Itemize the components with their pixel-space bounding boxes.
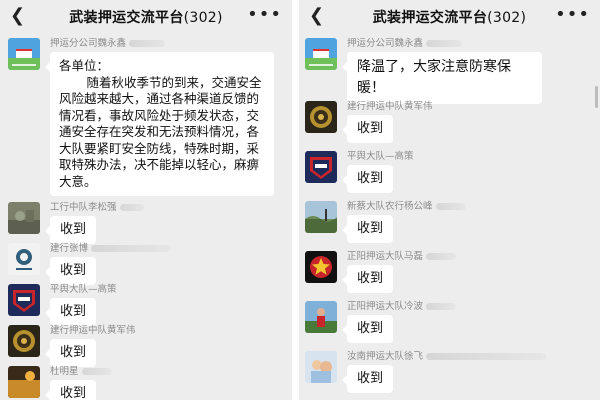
avatar[interactable] <box>8 202 40 234</box>
avatar[interactable] <box>8 284 40 316</box>
chat-panel-left: ❮ 武装押运交流平台(302) ••• 押运分公司魏永鑫 各单位： 随着秋收季节… <box>0 0 292 400</box>
sender-name: 工行中队李松强 <box>50 202 144 214</box>
avatar[interactable] <box>305 201 337 233</box>
chat-title: 武装押运交流平台(302) <box>69 7 223 27</box>
message-bubble[interactable]: 降温了，大家注意防寒保暖！ <box>342 52 542 104</box>
chevron-left-icon[interactable]: ❮ <box>309 6 324 26</box>
sender-name: 平舆大队—高策 <box>347 151 414 162</box>
sender-name: 押运分公司魏永鑫 <box>347 38 463 50</box>
more-dots-icon[interactable]: ••• <box>247 4 282 25</box>
sender-name: 正阳押运大队冷波 <box>347 301 457 313</box>
message-bubble[interactable]: 收到 <box>44 380 97 400</box>
scrollbar[interactable] <box>595 86 598 108</box>
message-text: 降温了，大家注意防寒保暖！ <box>357 59 511 96</box>
message-bubble[interactable]: 收到 <box>44 339 97 367</box>
message-bubble[interactable]: 收到 <box>44 257 97 285</box>
message-bubble[interactable]: 各单位： 随着秋收季节的到来，交通安全风险越来越大，通过各种渠道反馈的情况看，事… <box>45 52 274 196</box>
avatar[interactable] <box>305 38 337 70</box>
sender-name: 杜明星 <box>50 366 112 378</box>
more-dots-icon[interactable]: ••• <box>555 4 590 25</box>
message-text: 收到 <box>357 221 384 236</box>
blurred-name <box>129 40 166 47</box>
chat-header: ❮ 武装押运交流平台(302) ••• <box>0 0 292 34</box>
message-text: 收到 <box>357 271 384 286</box>
message-bubble[interactable]: 收到 <box>44 298 97 326</box>
avatar[interactable] <box>8 243 40 275</box>
sender-name: 建行张博 <box>50 243 172 255</box>
avatar[interactable] <box>8 325 40 357</box>
message-text: 收到 <box>357 321 384 336</box>
sender-name: 平舆大队—高策 <box>50 284 117 295</box>
chat-header: ❮ 武装押运交流平台(302) ••• <box>299 0 600 34</box>
avatar[interactable] <box>305 301 337 333</box>
avatar[interactable] <box>305 251 337 283</box>
message-bubble[interactable]: 收到 <box>341 115 394 143</box>
sender-name: 押运分公司魏永鑫 <box>50 38 166 50</box>
message-text: 收到 <box>60 345 87 360</box>
message-greeting: 各单位： <box>59 58 110 73</box>
chevron-left-icon[interactable]: ❮ <box>10 6 25 26</box>
message-bubble[interactable]: 收到 <box>341 215 394 243</box>
message-text: 收到 <box>60 304 87 319</box>
sender-name: 新蔡大队农行杨公峰 <box>347 201 466 213</box>
avatar[interactable] <box>305 351 337 383</box>
message-text: 收到 <box>60 386 87 400</box>
message-bubble[interactable]: 收到 <box>341 315 394 343</box>
member-count: (302) <box>487 10 527 26</box>
sender-name: 汝南押运大队徐飞 <box>347 351 547 363</box>
message-text: 收到 <box>357 371 384 386</box>
chat-title-text: 武装押运交流平台 <box>69 10 184 26</box>
avatar[interactable] <box>305 151 337 183</box>
message-bubble[interactable]: 收到 <box>44 216 97 244</box>
message-text: 收到 <box>357 171 384 186</box>
message-bubble[interactable]: 收到 <box>341 265 394 293</box>
chat-title-text: 武装押运交流平台 <box>372 10 488 26</box>
avatar[interactable] <box>8 366 40 398</box>
sender-name: 正阳押运大队马磊 <box>347 251 457 263</box>
message-text: 随着秋收季节的到来，交通安全风险越来越大，通过各种渠道反馈的情况看，事故风险处于… <box>59 74 262 189</box>
message-text: 收到 <box>60 222 87 237</box>
chat-panel-right: ❮ 武装押运交流平台(302) ••• 押运分公司魏永鑫 降温了，大家注意防寒保… <box>299 0 600 400</box>
member-count: (302) <box>183 10 223 26</box>
message-text: 收到 <box>357 121 384 136</box>
avatar[interactable] <box>305 101 337 133</box>
sender-name: 建行押运中队黄军伟 <box>50 325 136 336</box>
avatar[interactable] <box>8 38 40 70</box>
message-bubble[interactable]: 收到 <box>341 165 394 193</box>
message-text: 收到 <box>60 263 87 278</box>
chat-title: 武装押运交流平台(302) <box>373 7 527 27</box>
message-bubble[interactable]: 收到 <box>341 365 394 393</box>
sender-name: 建行押运中队黄军伟 <box>347 101 433 112</box>
